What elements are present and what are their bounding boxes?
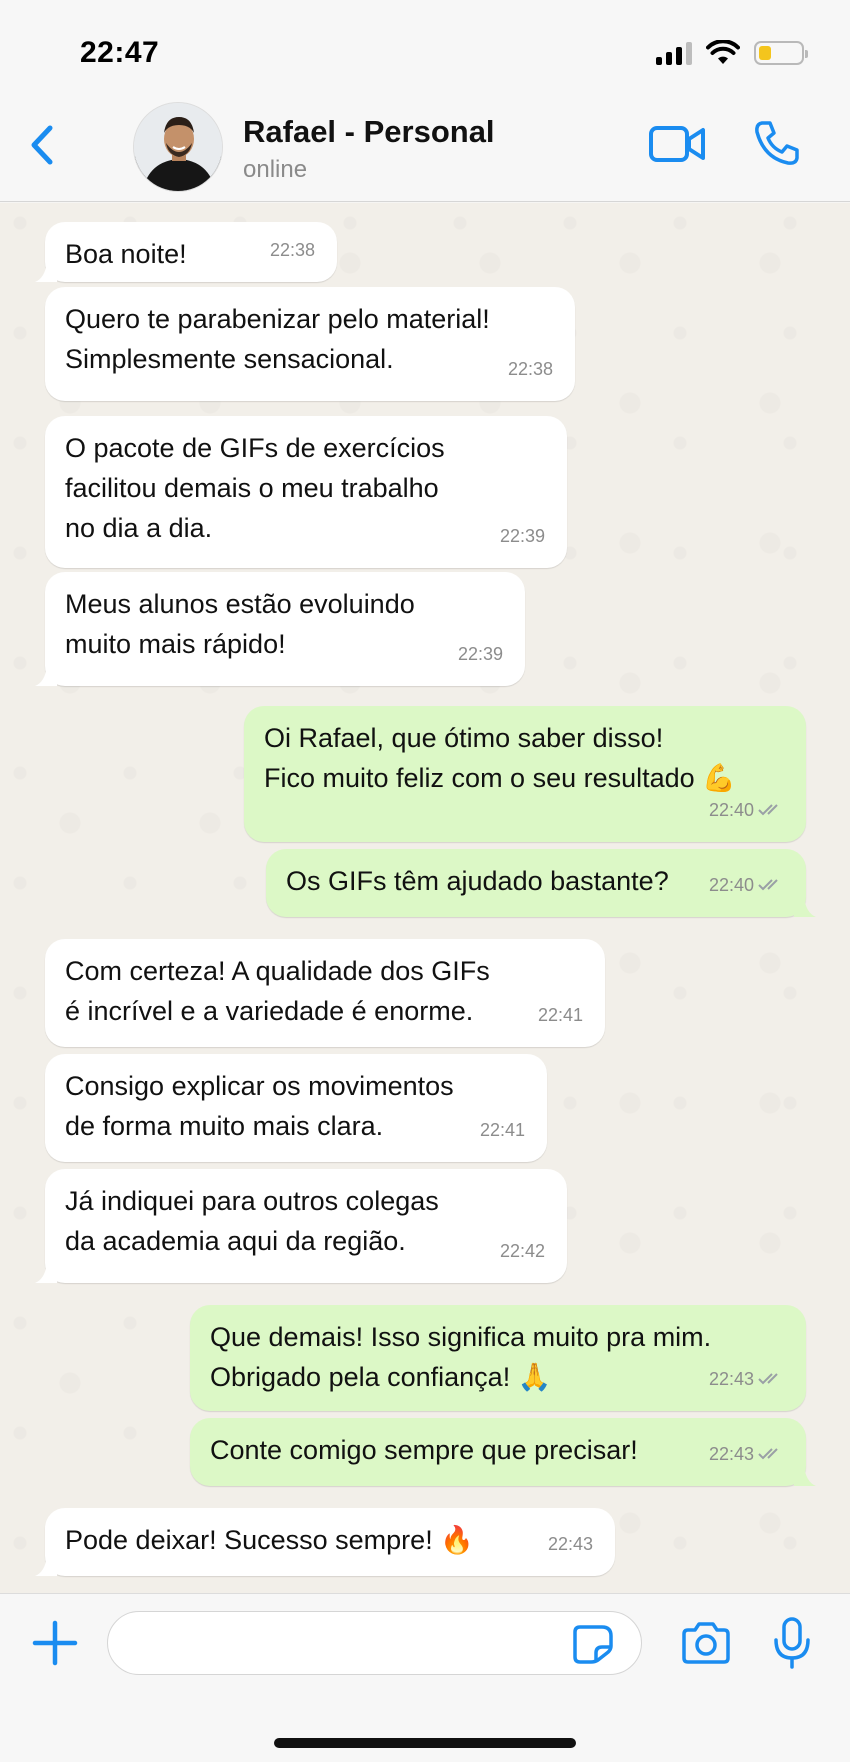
bubble-tail: [35, 262, 57, 282]
message-time: 22:38: [270, 230, 315, 270]
message-bubble-out[interactable]: Que demais! Isso significa muito pra mim…: [190, 1305, 806, 1411]
message-time: 22:39: [458, 634, 503, 674]
message-time: 22:41: [538, 995, 583, 1035]
double-check-icon: [758, 879, 778, 891]
message-time: 22:40: [709, 790, 784, 830]
message-bubble-in[interactable]: Com certeza! A qualidade dos GIFs é incr…: [45, 939, 605, 1047]
message-timestamp: 22:39: [499, 526, 545, 546]
message-text: O pacote de GIFs de exercícios facilitou…: [65, 433, 445, 543]
message-timestamp: 22:41: [479, 1120, 525, 1140]
microphone-icon[interactable]: [772, 1616, 812, 1670]
cellular-signal-icon: [656, 41, 692, 65]
message-time: 22:43: [709, 1434, 784, 1474]
chat-header: Rafael - Personal online: [0, 100, 850, 202]
message-timestamp: 22:41: [537, 1005, 583, 1025]
phone-icon[interactable]: [752, 118, 802, 168]
double-check-icon: [758, 804, 778, 816]
message-text: Meus alunos estão evoluindo muito mais r…: [65, 589, 415, 659]
message-timestamp: 22:39: [457, 644, 503, 664]
plus-icon[interactable]: [32, 1620, 78, 1666]
message-timestamp: 22:43: [547, 1534, 593, 1554]
message-time: 22:38: [508, 349, 553, 389]
contact-name[interactable]: Rafael - Personal: [243, 114, 495, 150]
message-text: Com certeza! A qualidade dos GIFs é incr…: [65, 956, 490, 1026]
message-text: Conte comigo sempre que precisar!: [210, 1435, 638, 1465]
avatar[interactable]: [133, 102, 223, 192]
message-timestamp: 22:43: [708, 1444, 754, 1464]
chevron-left-icon[interactable]: [22, 120, 62, 170]
double-check-icon: [758, 1448, 778, 1460]
bubble-tail: [35, 1556, 57, 1576]
message-bubble-in[interactable]: Boa noite! 22:38: [35, 222, 337, 282]
bubble-tail: [35, 666, 57, 686]
message-time: 22:40: [709, 865, 784, 905]
message-bubble-in[interactable]: Já indiquei para outros colegas da acade…: [35, 1169, 567, 1283]
message-time: 22:39: [500, 516, 545, 556]
message-text: Consigo explicar os movimentos de forma …: [65, 1071, 454, 1141]
chat-messages[interactable]: Boa noite! 22:38 Quero te parabenizar pelo…: [0, 203, 850, 1593]
camera-icon[interactable]: [680, 1620, 732, 1666]
message-input[interactable]: [107, 1611, 642, 1675]
message-timestamp: 22:38: [507, 359, 553, 379]
message-time: 22:43: [548, 1524, 593, 1564]
message-time: 22:42: [500, 1231, 545, 1271]
sticker-icon[interactable]: [572, 1624, 614, 1664]
contact-status: online: [243, 156, 308, 183]
home-indicator: [274, 1738, 576, 1748]
message-bubble-in[interactable]: Meus alunos estão evoluindo muito mais r…: [35, 572, 525, 686]
message-text: Oi Rafael, que ótimo saber disso! Fico m…: [264, 723, 736, 793]
bubble-tail: [794, 1466, 816, 1486]
message-bubble-out[interactable]: Conte comigo sempre que precisar! 22:43: [190, 1418, 816, 1486]
message-time: 22:43: [709, 1359, 784, 1399]
wifi-icon: [706, 40, 740, 64]
message-text: Já indiquei para outros colegas da acade…: [65, 1186, 439, 1256]
message-timestamp: 22:40: [708, 800, 754, 820]
double-check-icon: [758, 1373, 778, 1385]
message-bubble-in[interactable]: Consigo explicar os movimentos de forma …: [45, 1054, 547, 1162]
message-text: Que demais! Isso significa muito pra mim…: [210, 1322, 712, 1392]
message-timestamp: 22:40: [708, 875, 754, 895]
message-time: 22:41: [480, 1110, 525, 1150]
message-text: Pode deixar! Sucesso sempre! 🔥: [65, 1525, 474, 1555]
message-timestamp: 22:42: [499, 1241, 545, 1261]
video-camera-icon[interactable]: [648, 122, 706, 166]
message-bubble-out[interactable]: Os GIFs têm ajudado bastante? 22:40: [266, 849, 816, 917]
message-bubble-in[interactable]: Quero te parabenizar pelo material! Simp…: [45, 287, 575, 401]
status-bar: 22:47: [0, 0, 850, 100]
message-text: Quero te parabenizar pelo material! Simp…: [65, 304, 490, 374]
status-time: 22:47: [80, 36, 160, 69]
status-icons: [656, 40, 808, 66]
message-bubble-in[interactable]: Pode deixar! Sucesso sempre! 🔥 22:43: [35, 1508, 615, 1576]
message-bubble-in[interactable]: O pacote de GIFs de exercícios facilitou…: [45, 416, 567, 568]
bubble-tail: [794, 897, 816, 917]
message-timestamp: 22:43: [708, 1369, 754, 1389]
bubble-tail: [35, 1263, 57, 1283]
message-bubble-out[interactable]: Oi Rafael, que ótimo saber disso! Fico m…: [244, 706, 806, 842]
message-timestamp: 22:38: [269, 240, 315, 260]
composer-bar: [0, 1593, 850, 1762]
battery-icon: [754, 41, 808, 65]
